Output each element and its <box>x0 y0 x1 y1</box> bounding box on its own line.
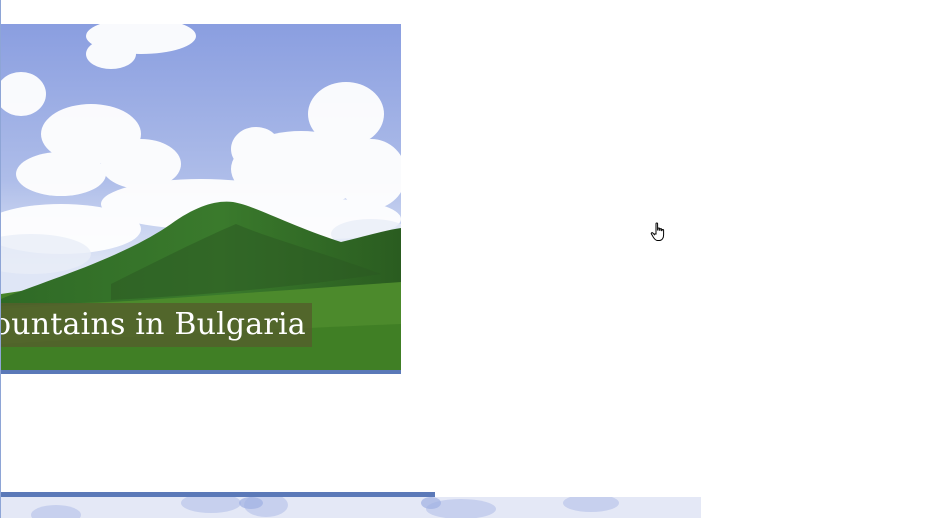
card-accent-bar <box>1 370 401 374</box>
article-title-overlay[interactable]: ountains in Bulgaria <box>1 303 312 347</box>
article-title-text: ountains in Bulgaria <box>1 307 306 342</box>
hand-pointer-icon <box>650 222 665 241</box>
article-card-mountains[interactable]: ountains in Bulgaria <box>1 24 401 374</box>
next-article-card[interactable] <box>1 497 701 518</box>
sky-clouds-image <box>1 497 701 518</box>
page-viewport: ountains in Bulgaria <box>0 0 937 518</box>
